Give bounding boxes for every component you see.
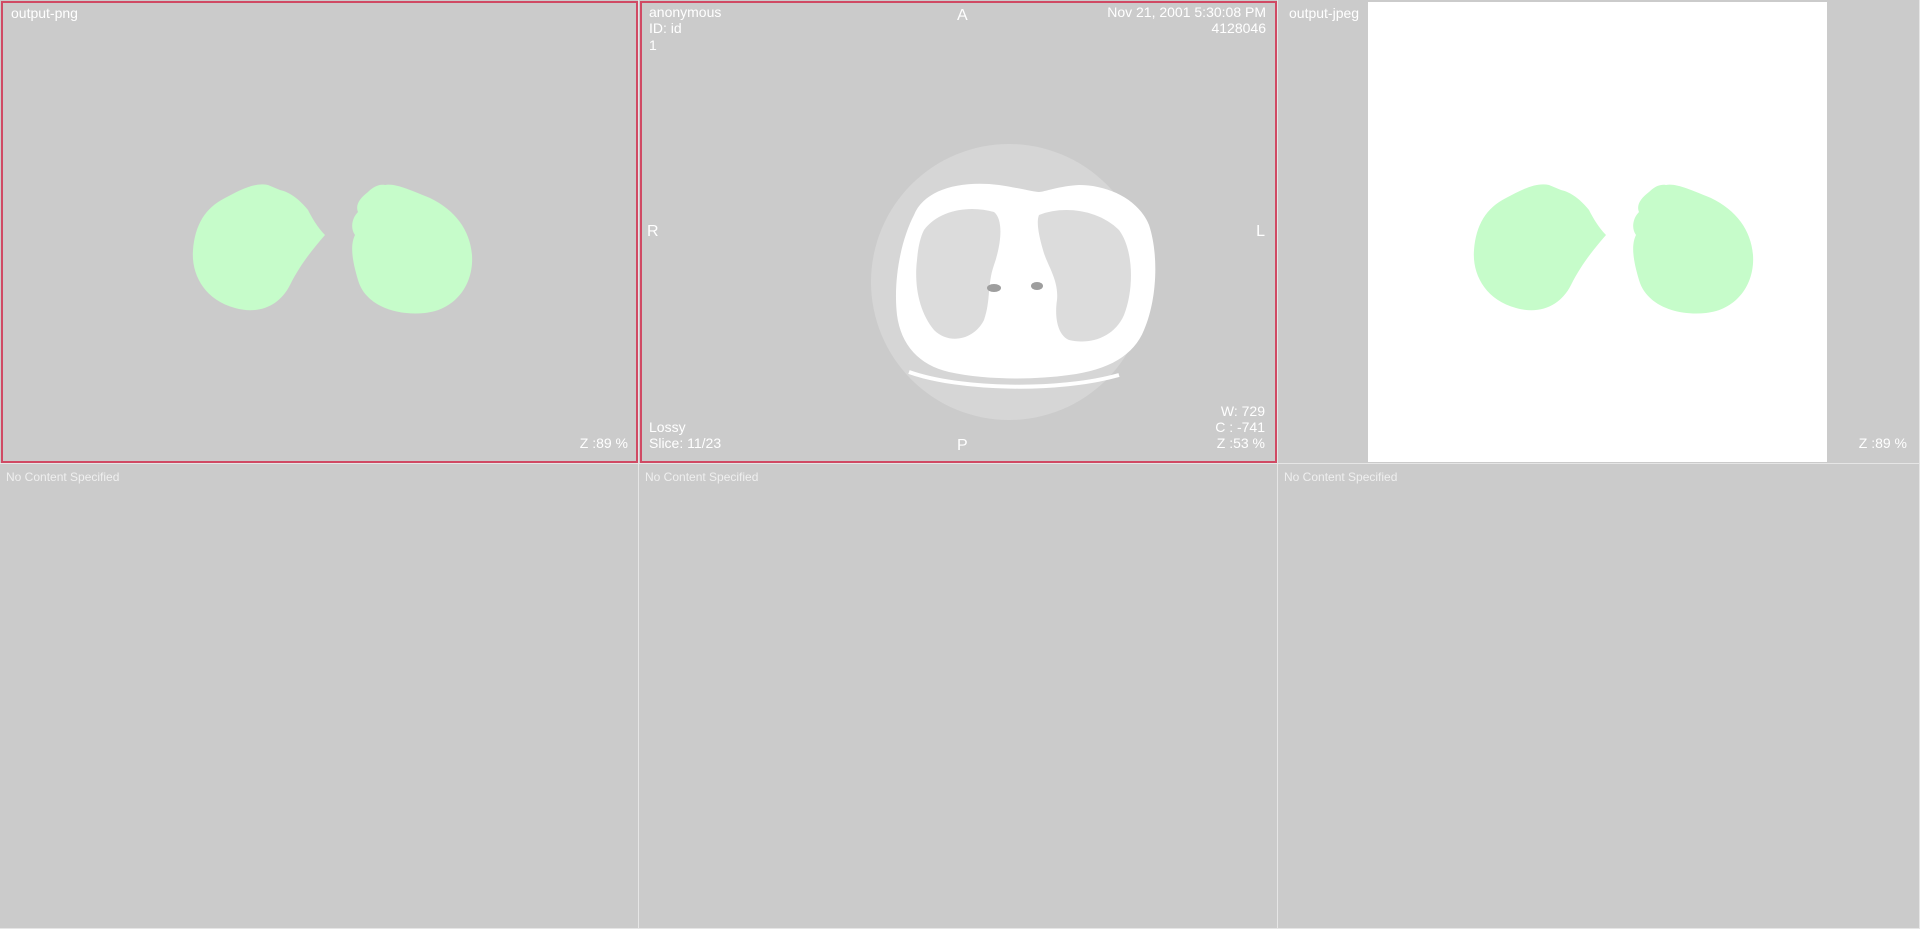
viewport-empty-1[interactable]: No Content Specified (0, 464, 639, 929)
viewport-dicom-ct[interactable]: anonymous ID: id 1 Nov 21, 2001 5:30:08 … (639, 0, 1278, 464)
orientation-marker-right: L (1256, 223, 1265, 240)
lung-mask-image (1368, 2, 1827, 462)
series-number: 1 (649, 37, 657, 53)
orientation-marker-left: R (647, 223, 659, 240)
viewport-label: output-jpeg (1289, 5, 1360, 21)
viewport-empty-3[interactable]: No Content Specified (1278, 464, 1920, 929)
ct-scan-image (871, 144, 1156, 420)
zoom-indicator: Z :89 % (1858, 435, 1907, 451)
orientation-marker-top: A (957, 7, 968, 24)
right-lung-mask (192, 184, 325, 311)
airway-right (987, 284, 1001, 292)
empty-placeholder: No Content Specified (1284, 470, 1398, 484)
orientation-marker-bottom: P (957, 437, 968, 454)
window-center: C : -741 (1215, 419, 1265, 435)
viewport-empty-2[interactable]: No Content Specified (639, 464, 1278, 929)
viewport-output-png[interactable]: output-png Z :89 % (0, 0, 639, 464)
empty-placeholder: No Content Specified (6, 470, 120, 484)
viewport-grid: output-png Z :89 % anonymous ID: id 1 No… (0, 0, 1920, 929)
left-lung-mask (352, 184, 473, 314)
patient-id: ID: id (649, 20, 682, 36)
window-width: W: 729 (1220, 403, 1265, 419)
zoom-indicator: Z :89 % (579, 435, 628, 451)
slice-indicator: Slice: 11/23 (649, 435, 722, 451)
lung-mask-image (192, 184, 473, 314)
empty-placeholder: No Content Specified (645, 470, 759, 484)
study-datetime: Nov 21, 2001 5:30:08 PM (1107, 4, 1266, 20)
viewport-output-jpeg[interactable]: output-jpeg Z :89 % (1278, 0, 1920, 464)
airway-left (1031, 282, 1043, 290)
zoom-indicator: Z :53 % (1216, 435, 1265, 451)
compression-status: Lossy (649, 419, 686, 435)
patient-name: anonymous (649, 4, 722, 20)
viewport-label: output-png (11, 5, 78, 21)
accession-number: 4128046 (1211, 20, 1266, 36)
